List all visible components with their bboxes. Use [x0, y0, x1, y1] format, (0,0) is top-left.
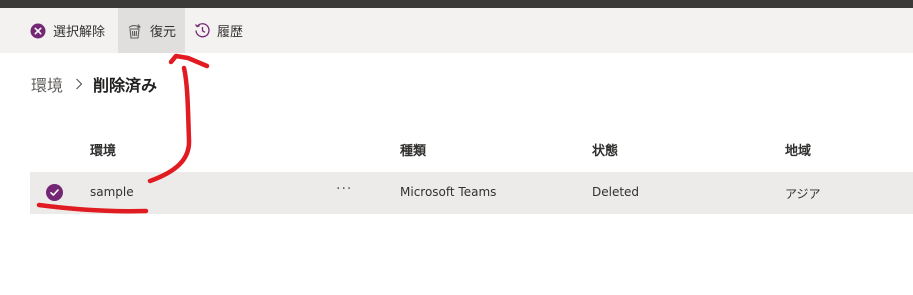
environment-name-link[interactable]: sample	[90, 185, 134, 199]
column-header-region[interactable]: 地域	[785, 140, 811, 159]
column-header-status[interactable]: 状態	[592, 140, 618, 159]
history-button[interactable]: 履歴	[193, 8, 243, 53]
cell-region: アジア	[785, 187, 821, 201]
column-header-environment[interactable]: 環境	[90, 140, 116, 159]
row-checkbox[interactable]	[46, 184, 63, 201]
cell-type: Microsoft Teams	[400, 185, 497, 199]
clear-selection-button[interactable]: 選択解除	[29, 8, 105, 53]
restore-button[interactable]: 復元	[118, 8, 185, 53]
history-label: 履歴	[217, 25, 244, 40]
column-header-type[interactable]: 種類	[400, 140, 426, 159]
restore-icon	[126, 22, 144, 40]
breadcrumb-parent[interactable]: 環境	[31, 72, 63, 96]
annotation-arrowhead	[168, 53, 210, 69]
clear-icon	[29, 22, 47, 40]
breadcrumb: 環境 削除済み	[31, 72, 157, 96]
checkmark-icon	[50, 189, 59, 196]
history-icon	[193, 22, 211, 40]
more-options-icon[interactable]: ···	[336, 181, 352, 197]
page-title: 削除済み	[93, 76, 158, 95]
clear-selection-label: 選択解除	[53, 25, 106, 40]
chevron-right-icon	[75, 78, 83, 90]
window-top-bar	[0, 0, 913, 8]
restore-label: 復元	[150, 25, 177, 40]
command-bar: 選択解除 復元 履歴	[0, 8, 913, 53]
table-row[interactable]: sample ··· Microsoft Teams Deleted アジア	[30, 172, 913, 214]
cell-status: Deleted	[592, 185, 640, 199]
